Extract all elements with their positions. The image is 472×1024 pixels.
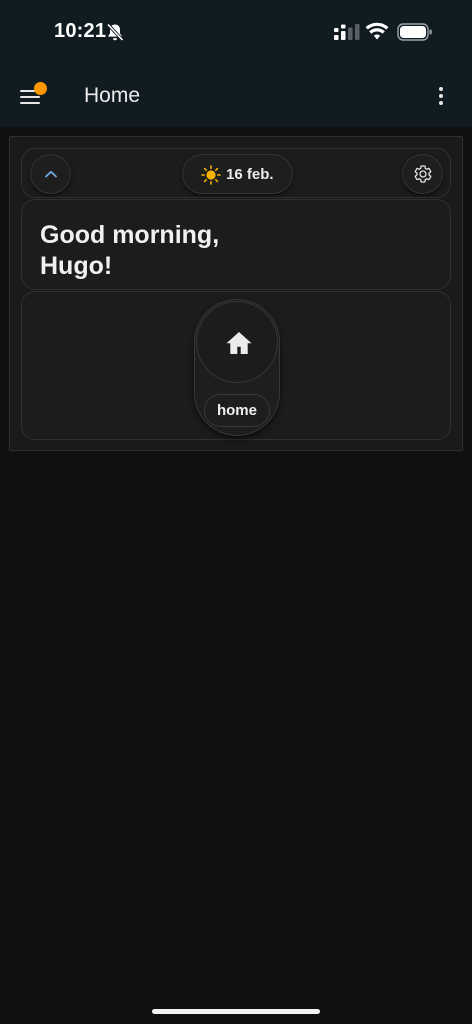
page-title: Home: [84, 84, 141, 107]
notification-badge: [34, 82, 47, 95]
sun-icon: [201, 165, 221, 185]
overflow-menu-button[interactable]: [426, 80, 456, 112]
battery-icon: [397, 23, 432, 41]
status-bar: 10:21: [0, 0, 472, 62]
bell-muted-icon: [106, 23, 124, 42]
dashboard-card: 16 feb. Good morning, Hugo! home: [9, 136, 463, 451]
menu-button[interactable]: [12, 76, 52, 116]
date-label: 16 feb.: [226, 166, 274, 183]
gear-icon: [414, 165, 431, 183]
chevron-up-icon: [44, 170, 57, 178]
app-bar: Home: [0, 62, 472, 127]
collapse-button[interactable]: [30, 154, 71, 194]
home-icon: [226, 332, 252, 354]
greeting-card: Good morning, Hugo!: [21, 199, 451, 290]
rooms-card: home: [21, 291, 451, 440]
greeting-text: Good morning, Hugo!: [40, 220, 340, 282]
home-indicator[interactable]: [152, 1009, 320, 1014]
weather-date-chip[interactable]: 16 feb.: [182, 154, 293, 194]
signal-icon: [334, 24, 360, 40]
settings-button[interactable]: [402, 154, 443, 194]
status-time: 10:21: [54, 20, 107, 42]
greeting-line-2: Hugo!: [40, 252, 113, 280]
wifi-icon: [365, 22, 389, 40]
room-button-home[interactable]: home: [194, 299, 280, 436]
chips-row: 16 feb.: [21, 148, 451, 198]
room-icon-circle: [196, 301, 278, 383]
greeting-line-1: Good morning,: [40, 221, 220, 249]
room-label: home: [204, 394, 270, 427]
